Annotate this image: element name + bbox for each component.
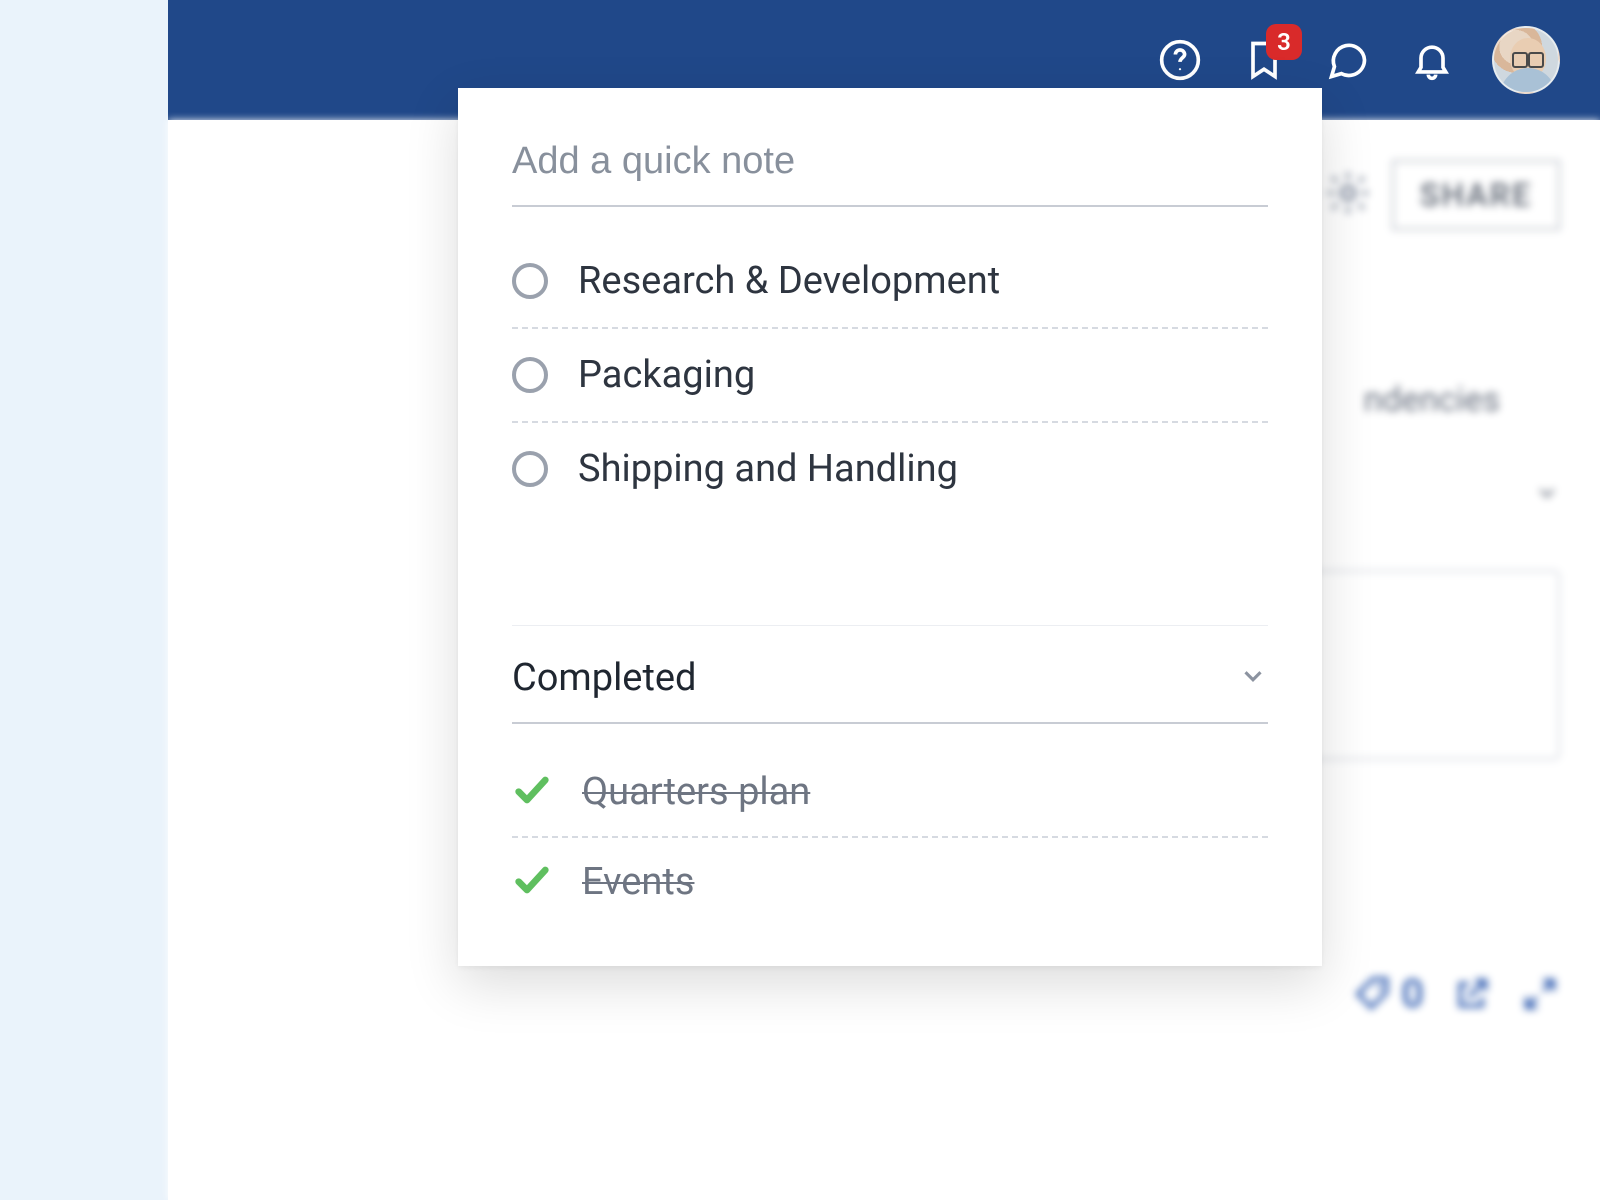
mid-column	[168, 120, 458, 1200]
completed-item[interactable]: Events	[512, 838, 1268, 926]
chat-icon[interactable]	[1324, 36, 1372, 84]
completed-list: Quarters plan Events	[512, 748, 1268, 926]
section-title: Completed	[512, 656, 696, 700]
user-avatar[interactable]	[1492, 26, 1560, 94]
notification-badge: 3	[1266, 24, 1302, 60]
todo-label: Research & Development	[578, 259, 1000, 303]
tab-dependencies-fragment: ndencies	[1364, 380, 1500, 420]
todo-label: Shipping and Handling	[578, 447, 958, 491]
todo-item[interactable]: Shipping and Handling	[512, 423, 1268, 515]
notes-dropdown: Research & Development Packaging Shippin…	[458, 88, 1322, 966]
help-icon[interactable]	[1156, 36, 1204, 84]
radio-unchecked-icon[interactable]	[512, 357, 548, 393]
chevron-down-icon	[1238, 661, 1268, 695]
radio-unchecked-icon[interactable]	[512, 451, 548, 487]
completed-label: Events	[582, 860, 694, 904]
completed-label: Quarters plan	[582, 770, 810, 814]
side-card	[1300, 570, 1560, 760]
quick-note-input[interactable]	[512, 132, 1268, 207]
bookmark-icon[interactable]: 3	[1240, 36, 1288, 84]
check-icon	[512, 860, 552, 904]
todo-item[interactable]: Research & Development	[512, 235, 1268, 329]
todo-item[interactable]: Packaging	[512, 329, 1268, 423]
tag-icon	[1353, 974, 1393, 1014]
bell-icon[interactable]	[1408, 36, 1456, 84]
todo-list: Research & Development Packaging Shippin…	[512, 235, 1268, 515]
completed-item[interactable]: Quarters plan	[512, 748, 1268, 838]
settings-icon[interactable]	[1324, 169, 1372, 221]
chevron-down-icon[interactable]	[1534, 480, 1560, 510]
metric-value: 0	[1401, 970, 1424, 1017]
check-icon	[512, 770, 552, 814]
expand-icon[interactable]	[1520, 974, 1560, 1014]
completed-section-header[interactable]: Completed	[512, 625, 1268, 724]
metric-row: 0	[1353, 970, 1560, 1017]
todo-label: Packaging	[578, 353, 755, 397]
radio-unchecked-icon[interactable]	[512, 263, 548, 299]
share-button[interactable]: SHARE	[1392, 160, 1560, 230]
external-link-icon[interactable]	[1452, 974, 1492, 1014]
left-accent-band	[0, 0, 168, 1200]
